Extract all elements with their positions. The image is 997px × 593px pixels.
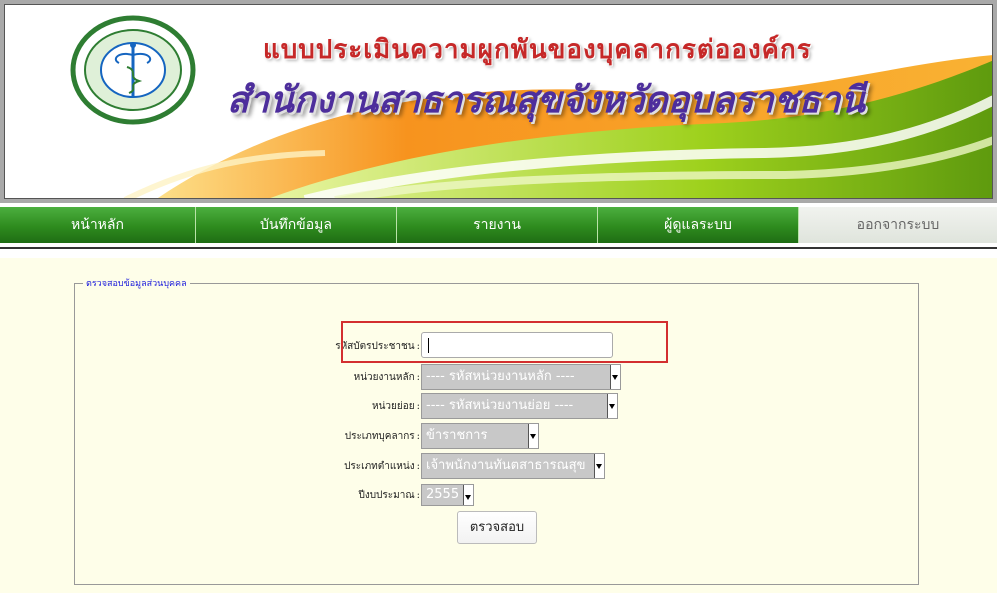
check-button[interactable]: ตรวจสอบ (457, 511, 537, 544)
main-unit-value: ---- รหัสหน่วยงานหลัก ---- (426, 369, 575, 384)
nav-record-data[interactable]: บันทึกข้อมูล (196, 207, 397, 243)
main-unit-label: หน่วยงานหลัก: (353, 372, 420, 383)
citizen-id-highlight (341, 321, 668, 363)
fiscal-year-value: 2555 (426, 487, 460, 502)
nav-report[interactable]: รายงาน (397, 207, 598, 243)
chevron-down-icon[interactable] (528, 424, 538, 448)
main-nav: หน้าหลัก บันทึกข้อมูล รายงาน ผู้ดูแลระบบ… (0, 207, 997, 243)
sub-unit-label: หน่วยย่อย: (371, 401, 420, 412)
position-type-select[interactable]: เจ้าพนักงานทันตสาธารณสุข (421, 453, 605, 479)
fiscal-year-select[interactable]: 2555 (421, 484, 474, 506)
position-type-label: ประเภทตำแหน่ง: (344, 461, 420, 472)
main-unit-select[interactable]: ---- รหัสหน่วยงานหลัก ---- (421, 364, 621, 390)
chevron-down-icon[interactable] (607, 394, 617, 418)
sub-unit-select[interactable]: ---- รหัสหน่วยงานย่อย ---- (421, 393, 618, 419)
nav-logout[interactable]: ออกจากระบบ (799, 207, 997, 243)
banner-subtitle: สำนักงานสาธารณสุขจังหวัดอุบลราชธานี (227, 80, 865, 121)
chevron-down-icon[interactable] (610, 365, 620, 389)
banner-title: แบบประเมินความผูกพันของบุคลากรต่อองค์กร (263, 35, 812, 65)
banner-image: แบบประเมินความผูกพันของบุคลากรต่อองค์กร … (4, 4, 993, 199)
nav-home[interactable]: หน้าหลัก (0, 207, 196, 243)
nav-divider (0, 247, 997, 249)
position-type-value: เจ้าพนักงานทันตสาธารณสุข (426, 458, 586, 473)
fiscal-year-label: ปีงบประมาณ: (358, 490, 420, 501)
chevron-down-icon[interactable] (463, 485, 473, 505)
header-banner: แบบประเมินความผูกพันของบุคลากรต่อองค์กร … (0, 0, 997, 203)
logo-seal-icon (69, 15, 197, 125)
personnel-type-value: ข้าราชการ (426, 428, 488, 443)
personnel-type-select[interactable]: ข้าราชการ (421, 423, 539, 449)
chevron-down-icon[interactable] (594, 454, 604, 478)
fiscal-year-row: ปีงบประมาณ: (0, 483, 997, 509)
nav-admin[interactable]: ผู้ดูแลระบบ (598, 207, 799, 243)
sub-unit-value: ---- รหัสหน่วยงานย่อย ---- (426, 398, 574, 413)
personnel-type-label: ประเภทบุคลากร: (344, 431, 420, 442)
fieldset-legend: ตรวจสอบข้อมูลส่วนบุคคล (83, 276, 190, 290)
